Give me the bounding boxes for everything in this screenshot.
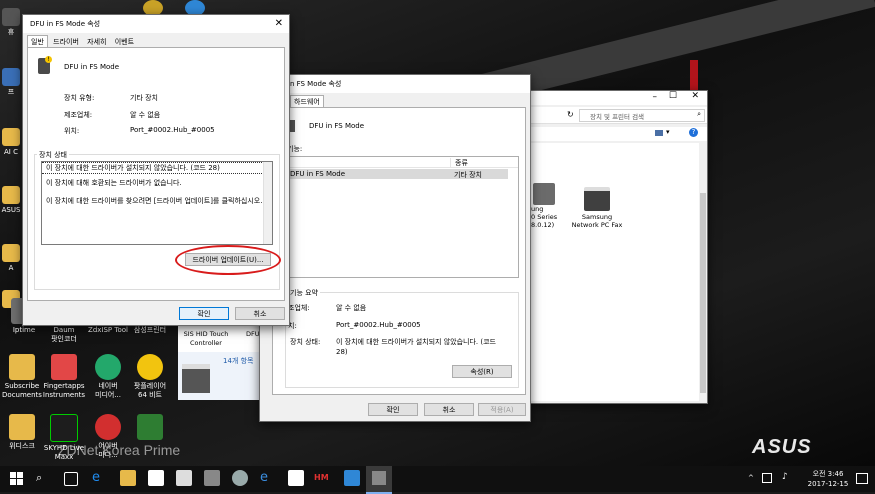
device-name: DFU in FS Mode <box>64 63 120 71</box>
device-type-label: 장치 유형: <box>64 94 95 102</box>
device-icon <box>182 364 210 393</box>
ok-button[interactable]: 확인 <box>368 403 418 416</box>
explorer-details-pane: 14개 항목 <box>178 352 260 400</box>
hw-tab-panel: DFU in FS Mode 기능: 종류 DFU in FS Mode 기타 … <box>272 107 526 395</box>
hw-titlebar: in FS Mode 속성 <box>260 75 530 93</box>
properties-button[interactable]: 속성(R) <box>452 365 512 378</box>
search-icon: ⌕ <box>697 110 701 118</box>
clock-time: 오전 3:46 <box>812 470 844 478</box>
explorer-content: ung 0 Series 8.0.12) Samsung Network PC … <box>531 143 699 401</box>
app-icon-3[interactable] <box>344 470 360 486</box>
search-icon[interactable]: ⌕ <box>36 471 52 487</box>
calculator-icon[interactable] <box>176 470 192 486</box>
minimize-icon[interactable]: – <box>653 92 658 102</box>
hw-device-name: DFU in FS Mode <box>309 122 365 130</box>
device-type-value: 기타 장치 <box>130 94 158 102</box>
devices-printers-window: – ☐ ✕ ↻ 장치 및 프린터 검색 ⌕ ▾ ? ung 0 Series 8… <box>530 90 708 404</box>
desktop-icon-partial-1[interactable]: 휴 <box>0 8 22 37</box>
location-value: Port_#0002.Hub_#0005 <box>130 126 215 134</box>
maximize-icon[interactable]: ☐ <box>669 91 677 101</box>
device-tile-samsung-series[interactable]: ung 0 Series 8.0.12) <box>531 183 557 229</box>
hm-app-icon[interactable]: HM <box>314 470 330 486</box>
start-windows-icon[interactable] <box>10 472 23 485</box>
refresh-icon[interactable]: ↻ <box>567 110 574 119</box>
highlight-circle <box>175 245 281 275</box>
explorer-titlebar: – ☐ ✕ <box>531 91 707 105</box>
scrollbar-thumb[interactable] <box>700 193 706 393</box>
close-icon[interactable]: ✕ <box>275 15 283 33</box>
dp-tabs: 일반 드라이버 자세히 이벤트 <box>27 35 137 48</box>
device-properties-window: DFU in FS Mode 속성 ✕ 일반 드라이버 자세히 이벤트 ! DF… <box>22 14 290 326</box>
tray-overflow-icon[interactable]: ^ <box>748 474 754 482</box>
asus-logo: ASUS <box>752 436 812 458</box>
warning-icon: ! <box>45 56 52 63</box>
device-status-group: 장치 상태 이 장치에 대한 드라이버가 설치되지 않았습니다. (코드 28)… <box>34 150 281 290</box>
hardware-properties-window: in FS Mode 속성 하드웨어 DFU in FS Mode 기능: 종류… <box>259 74 531 422</box>
desktop-icon-potplayer[interactable]: 팟플레이어 64 비트 <box>124 354 176 400</box>
device-tile-dfu[interactable]: DFU <box>246 330 260 338</box>
fax-icon <box>584 187 610 211</box>
list-header: 종류 <box>286 157 518 168</box>
location-label: 위치: <box>64 127 80 135</box>
unknown-device-icon: ! <box>38 56 52 74</box>
manufacturer-label: 제조업체: <box>64 111 93 119</box>
app-icon-2[interactable] <box>232 470 248 486</box>
list-item[interactable]: DFU in FS Mode 기타 장치 <box>286 169 508 179</box>
ok-button[interactable]: 확인 <box>179 307 229 320</box>
device-tile-samsung-fax[interactable]: Samsung Network PC Fax <box>569 187 625 229</box>
ie-icon[interactable]: e <box>260 470 276 486</box>
dp-tab-panel: ! DFU in FS Mode 장치 유형: 기타 장치 제조업체: 알 수 … <box>27 47 285 301</box>
edge-icon[interactable]: e <box>92 470 108 486</box>
explorer-scrollbar[interactable] <box>699 143 707 401</box>
explorer-addressbar: ↻ 장치 및 프린터 검색 ⌕ <box>531 107 707 124</box>
apply-button[interactable]: 적용(A) <box>478 403 526 416</box>
device-manager-icon <box>372 471 386 485</box>
hw-tabs: 하드웨어 <box>290 95 324 108</box>
volume-icon[interactable]: ♪ <box>782 472 788 482</box>
clock-date: 2017-12-15 <box>807 480 849 488</box>
task-view-icon[interactable] <box>64 472 78 486</box>
desktop-icon-excel[interactable] <box>124 414 176 442</box>
column-header-type[interactable]: 종류 <box>450 158 468 168</box>
cancel-button[interactable]: 취소 <box>235 307 285 320</box>
status-scrollbar[interactable] <box>263 162 272 244</box>
explorer-toolbar: ▾ ? <box>531 127 707 141</box>
app-icon-1[interactable] <box>204 470 220 486</box>
device-functions-list[interactable]: 종류 DFU in FS Mode 기타 장치 <box>285 156 519 278</box>
printer-icon <box>533 183 555 205</box>
device-status-text[interactable]: 이 장치에 대한 드라이버가 설치되지 않았습니다. (코드 28) 이 장치에… <box>41 161 273 245</box>
desktop-icon-partial-4[interactable]: ASUS <box>0 186 22 215</box>
window-title: DFU in FS Mode 속성 <box>30 20 101 28</box>
manufacturer-value: 알 수 없음 <box>130 111 161 119</box>
network-icon[interactable] <box>762 473 772 483</box>
dp-titlebar: DFU in FS Mode 속성 ✕ <box>23 15 289 33</box>
file-explorer-icon[interactable] <box>120 470 136 486</box>
desktop-icon-partial-2[interactable]: 프 <box>0 68 22 97</box>
notification-icon[interactable] <box>856 473 868 484</box>
clock[interactable]: 오전 3:46 2017-12-15 <box>806 469 850 489</box>
chevron-down-icon[interactable]: ▾ <box>666 128 670 136</box>
taskbar: ⌕ e e HM ^ ♪ 오전 3:46 2017-12-15 <box>0 466 875 494</box>
device-tile-sis-touch[interactable]: SIS HID Touch Controller <box>180 330 232 348</box>
desktop-icon-partial-5[interactable]: A <box>0 244 22 273</box>
mail-icon[interactable] <box>288 470 304 486</box>
help-icon[interactable]: ? <box>689 128 698 137</box>
store-icon[interactable] <box>148 470 164 486</box>
function-summary-group: 기능 요약 조업체: 알 수 없음 치: Port_#0002.Hub_#000… <box>285 288 519 388</box>
desktop-icon-partial-3[interactable]: AI C <box>0 128 22 157</box>
search-input[interactable]: 장치 및 프린터 검색 ⌕ <box>579 109 705 122</box>
view-options-icon[interactable] <box>655 130 663 136</box>
close-icon[interactable]: ✕ <box>691 91 699 101</box>
taskbar-active-device-manager[interactable] <box>366 466 392 494</box>
cancel-button[interactable]: 취소 <box>424 403 474 416</box>
